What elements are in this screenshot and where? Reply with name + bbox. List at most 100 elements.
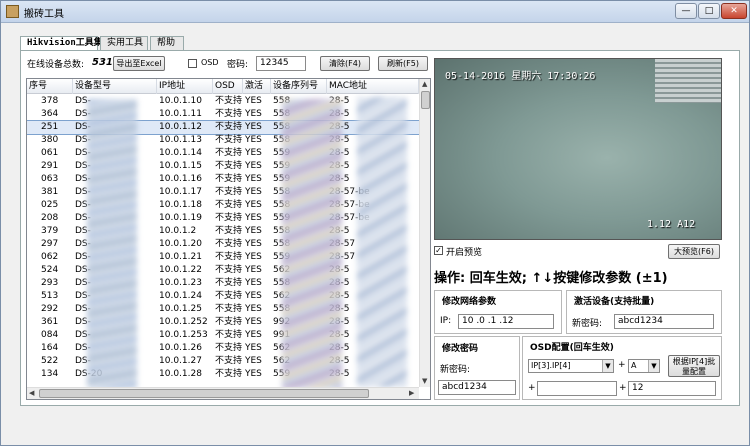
scroll-left-icon[interactable]: ◀ [29,389,34,397]
table-cell: 28-5 [329,356,350,366]
column-header[interactable]: 设备型号 [73,79,157,94]
table-row[interactable]: 364 DS- 10.0.1.11 不支持 YES 558 28-5 [27,108,419,121]
table-cell: 558 [273,135,291,145]
password-input[interactable]: 12345 [256,56,306,71]
table-cell: 134 [41,369,59,379]
ip-input[interactable]: 10 .0 .1 .12 [458,314,554,329]
batch-config-button[interactable]: 根据IP[4]批量配置 [668,355,720,377]
table-cell: 10.0.1.23 [159,278,202,288]
horizontal-scrollbar[interactable]: ◀ ▶ [27,387,419,399]
scroll-right-icon[interactable]: ▶ [409,389,414,397]
table-row[interactable]: 134 DS-20 10.0.1.28 不支持 YES 559 28-5 [27,368,419,381]
osd-text-input[interactable] [537,381,617,396]
table-row[interactable]: 291 DS- 10.0.1.15 不支持 YES 559 28-5 [27,160,419,173]
table-cell: 10.0.1.2 [159,226,197,236]
export-excel-button[interactable]: 导出至Excel [113,56,165,71]
table-row[interactable]: 297 DS- 10.0.1.20 不支持 YES 558 28-57 [27,238,419,251]
preview-timestamp: 05-14-2016 星期六 17:30:26 [445,71,596,82]
table-row[interactable]: 208 DS- 10.0.1.19 不支持 YES 559 28-57-be [27,212,419,225]
video-preview[interactable]: 05-14-2016 星期六 17:30:26 1.12 A12 [434,58,722,240]
column-header[interactable]: 设备序列号 [271,79,327,94]
table-row[interactable]: 524 DS- 10.0.1.22 不支持 YES 562 28-5 [27,264,419,277]
table-cell: 不支持 [215,239,243,249]
table-cell: 559 [273,161,291,171]
table-cell: 558 [273,278,291,288]
table-cell: 559 [273,252,291,262]
maximize-button[interactable]: □ [698,3,720,19]
table-cell: 不支持 [215,278,243,288]
osd-checkbox[interactable] [188,59,197,68]
osd-suffix-select[interactable]: A ▼ [628,359,660,373]
table-cell: 559 [273,148,291,158]
table-row[interactable]: 251 DS- 10.0.1.12 不支持 YES 558 28-5 [27,120,420,135]
table-cell: 10.0.1.19 [159,213,202,223]
column-header[interactable]: OSD [213,79,243,94]
table-cell: 361 [41,317,59,327]
osd-number-input[interactable]: 12 [628,381,716,396]
table-cell: 061 [41,148,59,158]
table-row[interactable]: 061 DS- 10.0.1.14 不支持 YES 559 28-5 [27,147,419,160]
scroll-down-icon[interactable]: ▼ [422,377,427,385]
table-cell: 522 [41,356,59,366]
table-row[interactable]: 513 DS- 10.0.1.24 不支持 YES 562 28-5 [27,290,419,303]
table-row[interactable]: 293 DS- 10.0.1.23 不支持 YES 558 28-5 [27,277,419,290]
activate-password-input[interactable]: abcd1234 [614,314,714,329]
table-row[interactable]: 025 DS- 10.0.1.18 不支持 YES 558 28-57-be [27,199,419,212]
osd-label: OSD [201,58,219,67]
table-cell: DS- [75,226,91,236]
title-bar[interactable]: 搬砖工具 — □ ✕ [1,1,749,23]
table-cell: YES [245,265,262,275]
table-cell: 562 [273,343,291,353]
table-row[interactable]: 378 DS- 10.0.1.10 不支持 YES 558 28-5 [27,95,419,108]
close-button[interactable]: ✕ [721,3,747,19]
table-cell: DS- [75,343,91,353]
table-cell: 不支持 [215,317,243,327]
table-cell: 10.0.1.18 [159,200,202,210]
table-cell: YES [245,304,262,314]
table-row[interactable]: 381 DS- 10.0.1.17 不支持 YES 558 28-57-be [27,186,419,199]
clear-button[interactable]: 清除(F4) [320,56,370,71]
table-row[interactable]: 361 DS- 10.0.1.252 不支持 YES 992 28-5 [27,316,419,329]
refresh-button[interactable]: 刷新(F5) [378,56,428,71]
minimize-button[interactable]: — [675,3,697,19]
table-cell: 10.0.1.253 [159,330,208,340]
maximize-icon: □ [704,6,714,16]
table-cell: 364 [41,109,59,119]
tab-utilities[interactable]: 实用工具 [100,36,148,51]
table-cell: 28-57-be [329,187,370,197]
table-row[interactable]: 063 DS- 10.0.1.16 不支持 YES 559 28-5 [27,173,419,186]
table-row[interactable]: 522 DS- 10.0.1.27 不支持 YES 562 28-5 [27,355,419,368]
table-cell: 292 [41,304,59,314]
online-count-label: 在线设备总数: [27,60,85,70]
table-row[interactable]: 062 DS- 10.0.1.21 不支持 YES 559 28-57 [27,251,419,264]
table-cell: 558 [273,187,291,197]
vertical-scrollbar[interactable]: ▲ ▼ [419,79,430,387]
vertical-scroll-thumb[interactable] [421,91,430,109]
tab-help[interactable]: 帮助 [150,36,184,51]
change-password-input[interactable]: abcd1234 [438,380,516,395]
column-header[interactable]: 激活 [243,79,271,94]
table-cell: 524 [41,265,59,275]
table-header: 序号 设备型号 IP地址 OSD 激活 设备序列号 MAC地址 [27,79,419,94]
enable-preview-checkbox[interactable]: ✓ [434,246,443,255]
horizontal-scroll-thumb[interactable] [39,389,369,398]
plus-sign: + [619,383,627,393]
table-row[interactable]: 084 DS- 10.0.1.253 不支持 YES 991 28-5 [27,329,419,342]
table-row[interactable]: 380 DS- 10.0.1.13 不支持 YES 558 28-5 [27,134,419,147]
table-cell: DS- [75,96,91,106]
scroll-up-icon[interactable]: ▲ [422,80,427,88]
table-row[interactable]: 164 DS- 10.0.1.26 不支持 YES 562 28-5 [27,342,419,355]
table-cell: 28-5 [329,369,350,379]
table-cell: 28-5 [329,161,350,171]
osd-field-select[interactable]: IP[3].IP[4] ▼ [528,359,614,373]
table-cell: 10.0.1.27 [159,356,202,366]
table-row[interactable]: 379 DS- 10.0.1.2 不支持 YES 558 28-5 [27,225,419,238]
column-header[interactable]: 序号 [27,79,73,94]
big-preview-button[interactable]: 大预览(F6) [668,244,720,259]
column-header[interactable]: IP地址 [157,79,213,94]
table-row[interactable]: 292 DS- 10.0.1.25 不支持 YES 558 28-5 [27,303,419,316]
column-header[interactable]: MAC地址 [327,79,419,94]
table-cell: YES [245,135,262,145]
table-cell: 10.0.1.26 [159,343,202,353]
table-cell: 062 [41,252,59,262]
